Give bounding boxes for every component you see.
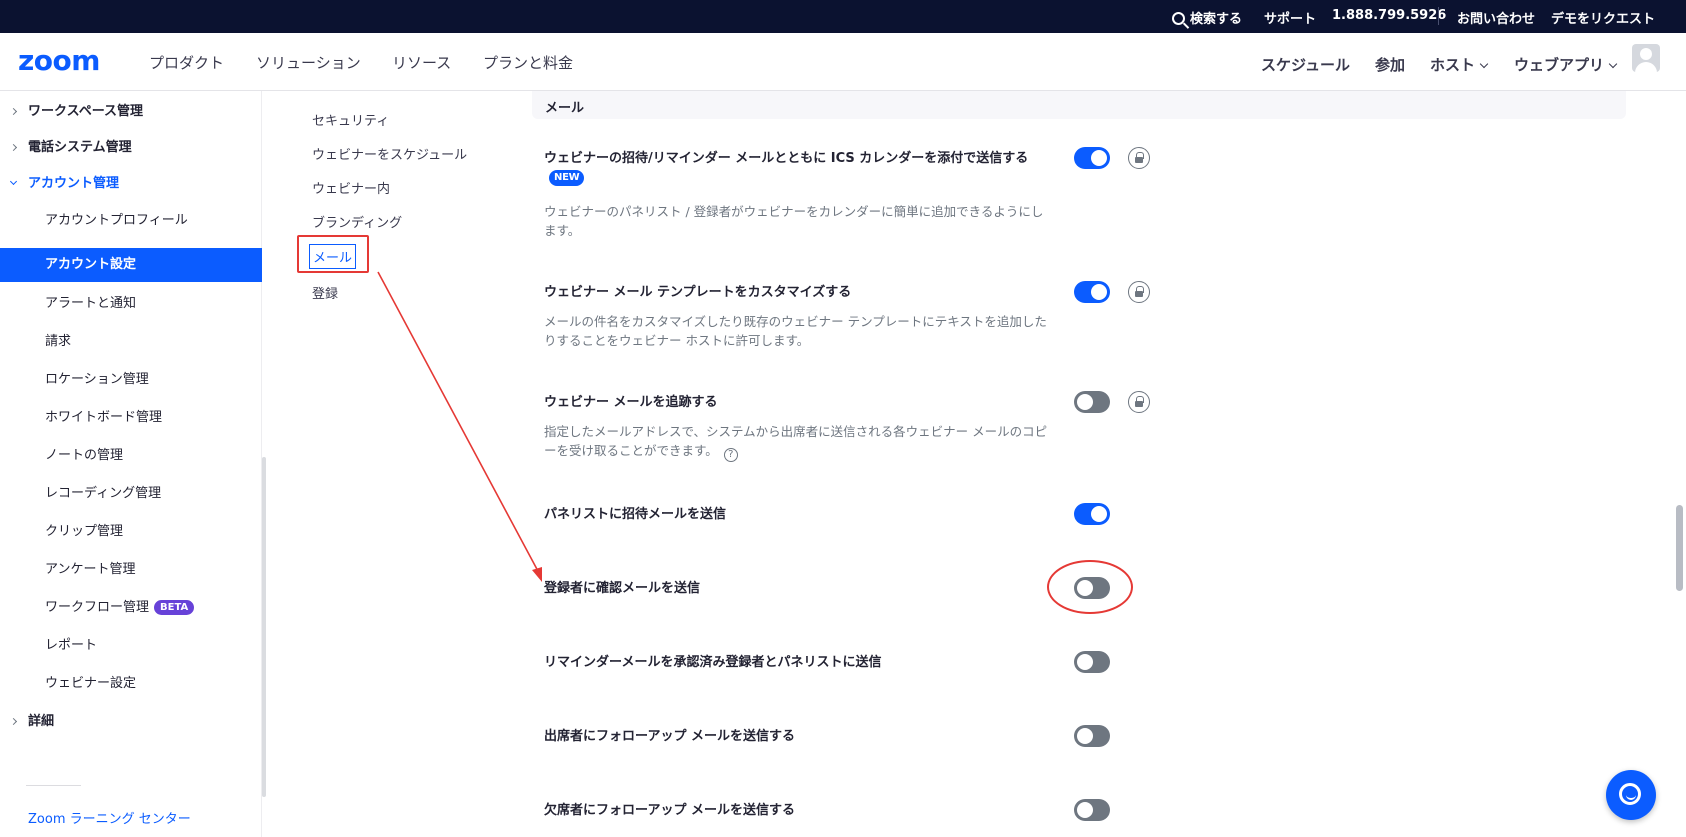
contact-link[interactable]: お問い合わせ (1457, 8, 1535, 27)
chevron-down-icon (9, 177, 18, 186)
nav-solutions[interactable]: ソリューション (256, 52, 361, 73)
sidebar-scrollbar[interactable] (262, 457, 266, 797)
sidebar-item-webinar-settings[interactable]: ウェビナー設定 (0, 667, 262, 701)
setting-title: 登録者に確認メールを送信 (544, 581, 701, 596)
toggle-reminder-email[interactable] (1074, 651, 1110, 673)
setting-description: 指定したメールアドレスで、システムから出席者に送信される各ウェビナー メールのコ… (544, 424, 1048, 462)
subnav-registration[interactable]: 登録 (312, 283, 338, 302)
section-header (532, 91, 1626, 119)
subnav-schedule-webinar[interactable]: ウェビナーをスケジュール (312, 144, 467, 163)
sidebar-item-account-settings[interactable]: アカウント設定 (0, 248, 262, 282)
help-icon[interactable]: ? (723, 448, 738, 462)
zoom-logo[interactable]: zoom (18, 44, 100, 77)
learning-center-link[interactable]: Zoom ラーニング センター (28, 808, 191, 827)
sidebar-item-workflow[interactable]: ワークフロー管理 BETA (0, 591, 262, 625)
subnav-branding[interactable]: ブランディング (312, 212, 402, 231)
sidebar-item-alerts[interactable]: アラートと通知 (0, 287, 262, 321)
setting-title: パネリストに招待メールを送信 (544, 507, 727, 522)
sidebar-item-billing[interactable]: 請求 (0, 325, 262, 359)
annotation-circle (1047, 560, 1133, 614)
setting-title: リマインダーメールを承認済み登録者とパネリストに送信 (544, 655, 882, 670)
section-title: メール (545, 101, 585, 116)
sidebar-item-location[interactable]: ロケーション管理 (0, 363, 262, 397)
support-link[interactable]: サポート (1264, 8, 1316, 27)
sidebar-item-workspace[interactable]: ワークスペース管理 (0, 95, 262, 129)
avatar[interactable] (1632, 44, 1660, 72)
search-link[interactable]: 検索する (1172, 8, 1242, 27)
setting-title: 欠席者にフォローアップ メールを送信する (544, 803, 796, 818)
sidebar-item-notes[interactable]: ノートの管理 (0, 439, 262, 473)
admin-sidebar: ワークスペース管理 電話システム管理 アカウント管理 アカウントプロフィール ア… (0, 91, 262, 837)
nav-resources[interactable]: リソース (392, 52, 451, 73)
sidebar-item-reports[interactable]: レポート (0, 629, 262, 663)
chat-icon[interactable] (1606, 770, 1656, 820)
utility-bar: 検索する サポート 1.888.799.5926 お問い合わせ デモをリクエスト (0, 0, 1686, 33)
toggle-track-email[interactable] (1074, 391, 1110, 413)
annotation-box (297, 235, 369, 273)
search-icon (1172, 12, 1185, 25)
arrow-line (377, 271, 540, 574)
page-scrollbar[interactable] (1676, 505, 1683, 591)
join-link[interactable]: 参加 (1375, 54, 1405, 75)
setting-title: 出席者にフォローアップ メールを送信する (544, 729, 796, 744)
sidebar-item-recording[interactable]: レコーディング管理 (0, 477, 262, 511)
lock-icon[interactable] (1128, 281, 1150, 303)
new-badge: NEW (549, 170, 585, 186)
setting-title: ウェビナー メールを追跡する (544, 395, 718, 410)
main-header: zoom プロダクト ソリューション リソース プランと料金 スケジュール 参加… (0, 33, 1686, 91)
sidebar-item-advanced[interactable]: 詳細 (0, 705, 262, 739)
setting-title: ウェビナーの招待/リマインダー メールとともに ICS カレンダーを添付で送信す… (544, 151, 1029, 166)
sidebar-item-whiteboard[interactable]: ホワイトボード管理 (0, 401, 262, 435)
nav-pricing[interactable]: プランと料金 (483, 52, 573, 73)
host-menu[interactable]: ホスト (1430, 54, 1489, 75)
chevron-down-icon (1608, 59, 1618, 69)
chevron-down-icon (1479, 59, 1489, 69)
setting-description: メールの件名をカスタマイズしたり既存のウェビナー テンプレートにテキストを追加し… (544, 314, 1047, 348)
subnav-in-webinar[interactable]: ウェビナー内 (312, 178, 390, 197)
chevron-right-icon (9, 143, 18, 152)
beta-badge: BETA (154, 600, 195, 615)
sidebar-item-account-management[interactable]: アカウント管理 (0, 167, 262, 201)
sidebar-item-phone-system[interactable]: 電話システム管理 (0, 131, 262, 165)
sidebar-item-clips[interactable]: クリップ管理 (0, 515, 262, 549)
arrow-head (532, 567, 542, 582)
request-demo-link[interactable]: デモをリクエスト (1551, 8, 1655, 27)
lock-icon[interactable] (1128, 147, 1150, 169)
sidebar-item-surveys[interactable]: アンケート管理 (0, 553, 262, 587)
subnav-security[interactable]: セキュリティ (312, 110, 389, 129)
setting-description: ウェビナーのパネリスト / 登録者がウェビナーをカレンダーに簡単に追加できるよう… (544, 204, 1044, 238)
divider (1438, 7, 1439, 25)
sidebar-item-account-profile[interactable]: アカウントプロフィール (0, 204, 262, 238)
phone-link[interactable]: 1.888.799.5926 (1332, 8, 1446, 23)
chevron-right-icon (9, 107, 18, 116)
chevron-right-icon (9, 717, 18, 726)
divider (26, 785, 81, 786)
toggle-email-template[interactable] (1074, 281, 1110, 303)
lock-icon[interactable] (1128, 391, 1150, 413)
schedule-link[interactable]: スケジュール (1261, 54, 1350, 75)
nav-products[interactable]: プロダクト (149, 52, 224, 73)
toggle-followup-attendees[interactable] (1074, 725, 1110, 747)
toggle-followup-absentees[interactable] (1074, 799, 1110, 821)
setting-title: ウェビナー メール テンプレートをカスタマイズする (544, 285, 852, 300)
webapp-menu[interactable]: ウェブアプリ (1514, 54, 1618, 75)
toggle-panelist-invite[interactable] (1074, 503, 1110, 525)
toggle-ics-calendar[interactable] (1074, 147, 1110, 169)
